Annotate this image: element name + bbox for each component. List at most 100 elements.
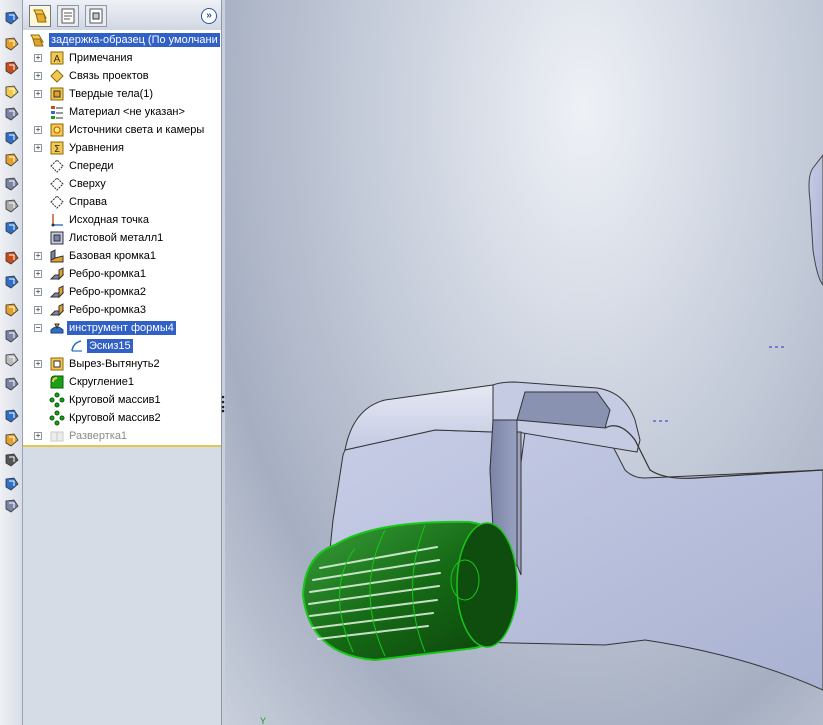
tree-item-label: Круговой массив2 [69,412,161,424]
tree-item-label: Ребро-кромка1 [69,268,146,280]
tree-item[interactable]: + A Примечания [23,49,221,67]
jog-icon[interactable] [2,150,22,170]
tree-item-label: Круговой массив1 [69,394,161,406]
convert-to-sheet-metal-icon[interactable] [2,34,22,54]
graphics-area[interactable]: Y [225,0,823,725]
design-binder-icon [49,68,65,84]
tree-item-label: Развертка1 [69,430,128,442]
expand-toggle[interactable]: + [34,288,42,296]
tree-item[interactable]: + Ребро-кромка1 [23,265,221,283]
tree-bottom-border [23,445,221,447]
expand-toggle[interactable]: + [34,144,42,152]
base-flange-icon [49,248,65,264]
tree-item[interactable]: − инструмент формы4 [23,319,221,337]
collapse-toggle[interactable]: − [34,324,42,332]
cross-break-icon[interactable] [2,430,22,450]
tree-item-label: Скругление1 [69,376,135,388]
equations-icon: Σ [49,140,65,156]
expand-toggle[interactable]: + [34,360,42,368]
rip-icon[interactable] [2,374,22,394]
closed-corner-icon[interactable] [2,174,22,194]
manager-tabs: » [23,0,221,31]
edge-flange-icon [49,284,65,300]
flatten-icon [49,428,65,444]
annotations-icon: A [49,50,65,66]
tree-item-label: инструмент формы4 [67,321,176,335]
tree-item-label: Источники света и камеры [69,124,205,136]
expand-toggle[interactable]: + [34,270,42,278]
tree-item[interactable]: Листовой металл1 [23,229,221,247]
feature-manager-panel: » задержка-образец (По умолчани + A Примеч… [23,0,222,725]
svg-text:A: A [54,54,61,65]
plane-icon [49,158,65,174]
tree-item[interactable]: Сверху [23,175,221,193]
lofted-bend-icon[interactable] [2,406,22,426]
sketch-icon [69,338,85,354]
sheet-metal-toolbar [0,0,23,725]
plane-icon [49,194,65,210]
flatten-icon[interactable] [2,326,22,346]
expand-toggle[interactable]: + [34,432,42,440]
feature-manager-tab[interactable] [29,5,51,27]
tree-root[interactable]: задержка-образец (По умолчани [23,31,221,49]
cut-extrude-icon [49,356,65,372]
unfold-icon[interactable] [2,272,22,292]
tree-item[interactable]: + Вырез-Вытянуть2 [23,355,221,373]
sketched-bend-icon[interactable] [2,128,22,148]
property-manager-tab[interactable] [57,5,79,27]
tree-item[interactable]: Круговой массив1 [23,391,221,409]
expand-panel-button[interactable]: » [201,8,217,24]
tree-item[interactable]: + Твердые тела(1) [23,85,221,103]
corner-relief-icon[interactable] [2,474,22,494]
tree-item[interactable]: + Связь проектов [23,67,221,85]
tree-item[interactable]: Круговой массив2 [23,409,221,427]
tree-item-label: Спереди [69,160,114,172]
tree-item[interactable]: Исходная точка [23,211,221,229]
fillet-icon [49,374,65,390]
solid-bodies-icon [49,86,65,102]
tree-item[interactable]: + Ребро-кромка3 [23,301,221,319]
configuration-manager-tab[interactable] [85,5,107,27]
circular-pattern-icon [49,410,65,426]
base-flange-icon[interactable] [2,8,22,28]
expand-toggle[interactable]: + [34,90,42,98]
no-bends-icon[interactable] [2,350,22,370]
tree-item[interactable]: + Σ Уравнения [23,139,221,157]
tree-item-label: Листовой металл1 [69,232,164,244]
properties-icon [61,8,75,24]
expand-toggle[interactable]: + [34,252,42,260]
tree-item-label: Базовая кромка1 [69,250,157,262]
tree-item-label: Справа [69,196,107,208]
miter-flange-icon[interactable] [2,58,22,78]
tree-item-label: Материал <не указан> [69,106,185,118]
insert-bends-icon[interactable] [2,248,22,268]
tree-item[interactable]: + Развертка1 [23,427,221,445]
tree-item-label: Сверху [69,178,106,190]
expand-toggle[interactable]: + [34,54,42,62]
tree-item[interactable]: + Ребро-кромка2 [23,283,221,301]
break-corner-icon[interactable] [2,196,22,216]
tree-item[interactable]: + Базовая кромка1 [23,247,221,265]
fold-icon[interactable] [2,300,22,320]
axis-y-label: Y [260,716,266,725]
tree-item[interactable]: + Источники света и камеры [23,121,221,139]
hem-icon[interactable] [2,82,22,102]
edge-flange-icon[interactable] [2,104,22,124]
expand-toggle[interactable]: + [34,306,42,314]
tree-item[interactable]: Эскиз15 [23,337,221,355]
flat-pattern-icon[interactable] [2,496,22,516]
vent-icon[interactable] [2,450,22,470]
origin-icon [49,212,65,228]
expand-toggle[interactable]: + [34,126,42,134]
tree-item-label: Исходная точка [69,214,149,226]
forming-tool-icon [49,320,65,336]
tree-item[interactable]: Скругление1 [23,373,221,391]
tree-item[interactable]: Спереди [23,157,221,175]
forming-tool-icon[interactable] [2,218,22,238]
tree-item-label: Связь проектов [69,70,149,82]
tree-item[interactable]: Справа [23,193,221,211]
tree-item[interactable]: Материал <не указан> [23,103,221,121]
configuration-icon [89,8,103,24]
expand-toggle[interactable]: + [34,72,42,80]
tree-root-label: задержка-образец (По умолчани [49,33,220,47]
